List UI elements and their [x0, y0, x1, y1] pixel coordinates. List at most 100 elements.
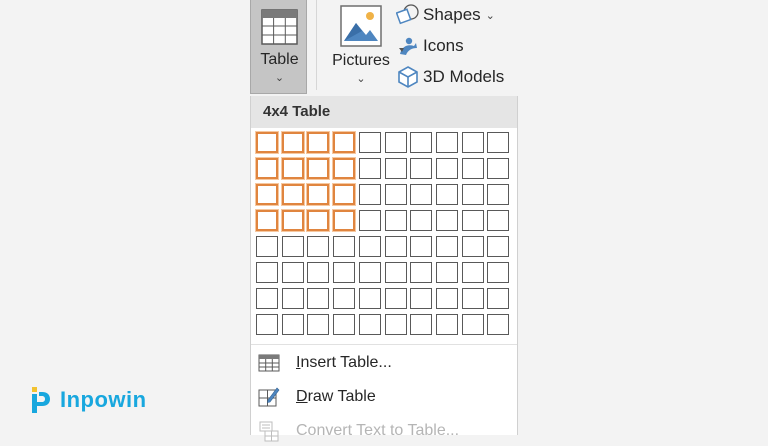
- grid-cell-selected[interactable]: [307, 132, 329, 153]
- grid-cell[interactable]: [462, 158, 484, 179]
- grid-cell[interactable]: [410, 262, 432, 283]
- picture-icon: [340, 5, 382, 52]
- grid-cell[interactable]: [359, 184, 381, 205]
- draw-table-icon: [257, 385, 281, 409]
- grid-cell[interactable]: [436, 158, 458, 179]
- inpowin-logo: Inpowin: [30, 385, 147, 415]
- grid-cell-selected[interactable]: [256, 132, 278, 153]
- grid-cell[interactable]: [462, 184, 484, 205]
- grid-cell[interactable]: [385, 288, 407, 309]
- grid-cell[interactable]: [256, 236, 278, 257]
- grid-cell[interactable]: [359, 158, 381, 179]
- grid-cell[interactable]: [487, 158, 509, 179]
- shapes-button[interactable]: Shapes ⌄: [396, 1, 495, 29]
- cube-icon: [396, 65, 420, 89]
- grid-cell[interactable]: [487, 262, 509, 283]
- grid-cell[interactable]: [307, 288, 329, 309]
- grid-cell[interactable]: [385, 262, 407, 283]
- grid-cell[interactable]: [436, 184, 458, 205]
- grid-cell[interactable]: [462, 314, 484, 335]
- table-button[interactable]: Table ⌄: [250, 0, 307, 94]
- grid-cell[interactable]: [359, 288, 381, 309]
- grid-cell[interactable]: [410, 210, 432, 231]
- grid-cell[interactable]: [307, 314, 329, 335]
- grid-cell[interactable]: [282, 236, 304, 257]
- grid-cell-selected[interactable]: [256, 158, 278, 179]
- grid-cell-selected[interactable]: [282, 132, 304, 153]
- grid-cell-selected[interactable]: [333, 184, 355, 205]
- 3d-models-label: 3D Models: [423, 67, 505, 86]
- grid-cell-selected[interactable]: [333, 132, 355, 153]
- grid-cell[interactable]: [333, 314, 355, 335]
- grid-cell[interactable]: [359, 132, 381, 153]
- grid-cell[interactable]: [333, 262, 355, 283]
- grid-cell-selected[interactable]: [333, 210, 355, 231]
- grid-cell[interactable]: [487, 210, 509, 231]
- grid-cell-selected[interactable]: [256, 210, 278, 231]
- inpowin-logo-text: Inpowin: [60, 387, 147, 412]
- grid-cell-selected[interactable]: [282, 210, 304, 231]
- grid-cell[interactable]: [410, 288, 432, 309]
- grid-cell[interactable]: [333, 288, 355, 309]
- grid-cell[interactable]: [282, 288, 304, 309]
- chevron-down-icon: ⌄: [274, 72, 285, 84]
- grid-cell[interactable]: [256, 314, 278, 335]
- grid-cell-selected[interactable]: [282, 184, 304, 205]
- 3d-models-button[interactable]: 3D Models: [396, 63, 504, 91]
- grid-cell[interactable]: [462, 210, 484, 231]
- grid-cell-selected[interactable]: [256, 184, 278, 205]
- grid-cell[interactable]: [436, 314, 458, 335]
- grid-cell-selected[interactable]: [307, 158, 329, 179]
- grid-cell-selected[interactable]: [282, 158, 304, 179]
- table-button-label: Table: [260, 51, 299, 68]
- grid-cell[interactable]: [359, 236, 381, 257]
- grid-cell[interactable]: [487, 132, 509, 153]
- grid-cell[interactable]: [410, 236, 432, 257]
- grid-cell[interactable]: [385, 158, 407, 179]
- grid-cell[interactable]: [385, 184, 407, 205]
- grid-cell[interactable]: [410, 314, 432, 335]
- pictures-button[interactable]: Pictures ⌄: [326, 0, 396, 92]
- grid-cell[interactable]: [436, 288, 458, 309]
- insert-table-menu-item[interactable]: Insert Table...: [251, 348, 517, 378]
- grid-cell[interactable]: [359, 210, 381, 231]
- grid-cell[interactable]: [487, 236, 509, 257]
- grid-cell[interactable]: [462, 262, 484, 283]
- grid-cell[interactable]: [282, 314, 304, 335]
- grid-cell-selected[interactable]: [307, 184, 329, 205]
- insert-ribbon: Table ⌄ Pictures ⌄ Shapes ⌄ Icons 3D Mod…: [0, 0, 768, 96]
- grid-cell[interactable]: [410, 158, 432, 179]
- grid-cell[interactable]: [487, 184, 509, 205]
- grid-cell[interactable]: [436, 210, 458, 231]
- draw-table-menu-item[interactable]: Draw Table: [251, 382, 517, 412]
- grid-cell[interactable]: [487, 314, 509, 335]
- grid-cell-selected[interactable]: [307, 210, 329, 231]
- grid-cell[interactable]: [487, 288, 509, 309]
- grid-cell-selected[interactable]: [333, 158, 355, 179]
- grid-cell[interactable]: [385, 314, 407, 335]
- convert-text-icon: [257, 419, 281, 443]
- grid-cell[interactable]: [462, 132, 484, 153]
- grid-cell[interactable]: [410, 184, 432, 205]
- grid-cell[interactable]: [359, 262, 381, 283]
- grid-cell[interactable]: [410, 132, 432, 153]
- grid-cell[interactable]: [307, 262, 329, 283]
- grid-cell[interactable]: [385, 236, 407, 257]
- grid-cell[interactable]: [385, 132, 407, 153]
- chevron-down-icon: ⌄: [356, 73, 366, 85]
- grid-cell[interactable]: [436, 236, 458, 257]
- grid-cell[interactable]: [462, 236, 484, 257]
- grid-cell[interactable]: [436, 132, 458, 153]
- grid-cell[interactable]: [462, 288, 484, 309]
- icons-button[interactable]: Icons: [396, 32, 464, 60]
- grid-cell[interactable]: [256, 262, 278, 283]
- grid-cell[interactable]: [282, 262, 304, 283]
- grid-cell[interactable]: [307, 236, 329, 257]
- grid-cell[interactable]: [333, 236, 355, 257]
- grid-cell[interactable]: [385, 210, 407, 231]
- grid-cell[interactable]: [359, 314, 381, 335]
- grid-cell[interactable]: [436, 262, 458, 283]
- grid-cell[interactable]: [256, 288, 278, 309]
- insert-table-dropdown: 4x4 Table Insert Table... Draw Table Con…: [250, 96, 518, 442]
- convert-text-to-table-menu-item[interactable]: Convert Text to Table...: [251, 416, 517, 446]
